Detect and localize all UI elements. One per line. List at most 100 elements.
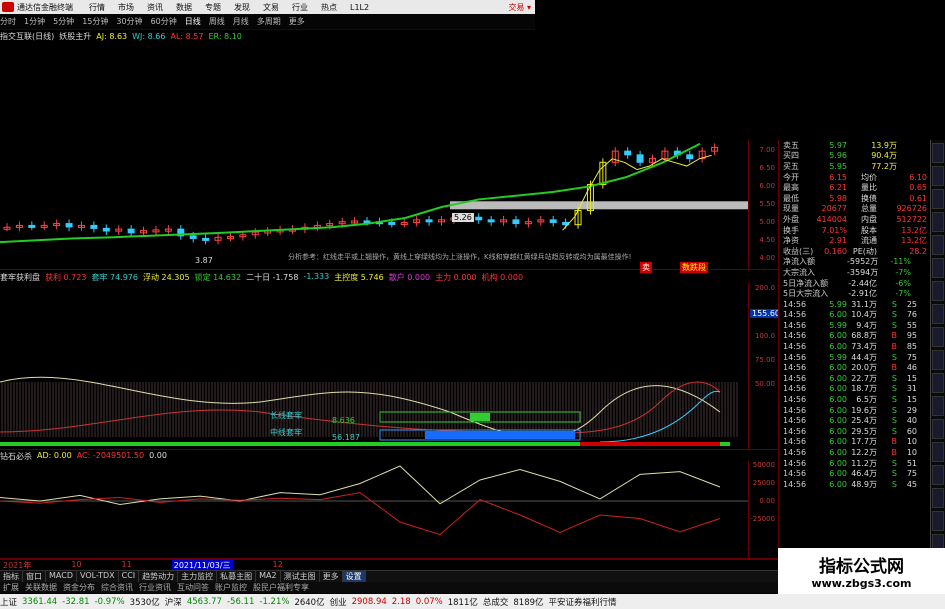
tool-button[interactable] xyxy=(932,166,944,186)
menu-item[interactable]: 市场 xyxy=(118,2,134,13)
tool-button[interactable] xyxy=(932,465,944,485)
ind2-pane[interactable]: 50000 25000 0.00 -25000 xyxy=(0,461,778,559)
watermark: 指标公式网 www.zbgs3.com xyxy=(778,548,945,594)
tab-主力监控[interactable]: 主力监控 xyxy=(178,571,218,582)
tick-side: S xyxy=(891,373,897,383)
tab-MA2[interactable]: MA2 xyxy=(256,571,281,582)
subtab-行业资讯[interactable]: 行业资讯 xyxy=(136,582,174,593)
tool-button[interactable] xyxy=(932,143,944,163)
candle xyxy=(624,150,632,156)
tool-button[interactable] xyxy=(932,442,944,462)
tick-count: 55 xyxy=(906,320,917,330)
tool-button[interactable] xyxy=(932,258,944,278)
tab-更多[interactable]: 更多 xyxy=(320,571,343,582)
tool-button[interactable] xyxy=(932,373,944,393)
tool-button[interactable] xyxy=(932,304,944,324)
flow-label: 5日净流入额 xyxy=(783,278,829,288)
sh-label: 上证 xyxy=(0,597,18,608)
tick-row: 14:56 6.00 68.8万 B 95 xyxy=(779,331,930,342)
period-月线[interactable]: 月线 xyxy=(233,16,249,27)
tab-私募主图[interactable]: 私募主图 xyxy=(217,571,257,582)
trade-menu[interactable]: 交易 ▾ xyxy=(508,2,531,13)
period-15分钟[interactable]: 15分钟 xyxy=(82,16,108,27)
tab-MACD[interactable]: MACD xyxy=(46,571,77,582)
ind2-tick: 25000 xyxy=(752,479,775,487)
tool-button[interactable] xyxy=(932,327,944,347)
period-周线[interactable]: 周线 xyxy=(209,16,225,27)
tool-button[interactable] xyxy=(932,396,944,416)
menu-item[interactable]: L1L2 xyxy=(350,3,369,12)
tick-count: 60 xyxy=(906,426,917,436)
tick-row: 14:56 5.99 44.4万 S 75 xyxy=(779,352,930,363)
candle xyxy=(65,223,73,228)
subtab-扩展[interactable]: 扩展 xyxy=(0,582,22,593)
tick-count: 25 xyxy=(906,299,917,309)
ind1-pane[interactable]: 200.0150.0100.075.0050.00 xyxy=(0,282,778,450)
tab-窗口[interactable]: 窗口 xyxy=(23,571,46,582)
news-link[interactable]: 平安证券福利行情 xyxy=(549,596,617,608)
subtab-账户监控[interactable]: 账户监控 xyxy=(212,582,250,593)
menu-item[interactable]: 专题 xyxy=(205,2,221,13)
tick-volume: 68.8万 xyxy=(851,331,877,341)
tab-指标[interactable]: 指标 xyxy=(0,571,23,582)
ind2-chart[interactable] xyxy=(0,461,748,559)
flow-value: -2.44亿 xyxy=(848,278,877,288)
sz-label: 沪深 xyxy=(164,597,182,608)
tool-button[interactable] xyxy=(932,235,944,255)
tool-button[interactable] xyxy=(932,212,944,232)
period-多周期[interactable]: 多周期 xyxy=(257,16,281,27)
tick-row: 14:56 6.00 22.7万 S 15 xyxy=(779,373,930,384)
menu-item[interactable]: 资讯 xyxy=(147,2,163,13)
tick-count: 31 xyxy=(906,384,917,394)
tool-button[interactable] xyxy=(932,511,944,531)
stat-label: 量比 xyxy=(861,183,877,193)
period-5分钟[interactable]: 5分钟 xyxy=(53,16,74,27)
kline-chart[interactable] xyxy=(0,140,748,270)
period-1分钟[interactable]: 1分钟 xyxy=(24,16,45,27)
tick-side: S xyxy=(891,299,897,309)
main-kline-pane[interactable]: 7.00 6.50 6.00 5.50 5.00 4.50 4.00 xyxy=(0,140,778,270)
tick-time: 14:56 xyxy=(783,458,807,468)
ind1-chart[interactable] xyxy=(0,282,748,450)
order-volume: 90.4万 xyxy=(871,151,897,161)
period-日线[interactable]: 日线 xyxy=(185,16,201,27)
tick-volume: 12.2万 xyxy=(851,448,877,458)
candle xyxy=(202,237,210,241)
tick-price: 6.00 xyxy=(829,479,847,489)
period-30分钟[interactable]: 30分钟 xyxy=(116,16,142,27)
tool-button[interactable] xyxy=(932,488,944,508)
subtab-关联数据[interactable]: 关联数据 xyxy=(22,582,60,593)
menu-item[interactable]: 行情 xyxy=(89,2,105,13)
period-更多[interactable]: 更多 xyxy=(289,16,305,27)
subtab-综合资讯[interactable]: 综合资讯 xyxy=(98,582,136,593)
menu-item[interactable]: 行业 xyxy=(292,2,308,13)
candle xyxy=(549,219,557,223)
menu-item[interactable]: 文易 xyxy=(263,2,279,13)
tick-side: S xyxy=(891,426,897,436)
candle xyxy=(90,224,98,229)
tick-volume: 10.4万 xyxy=(851,310,877,320)
tab-测试主图[interactable]: 测试主图 xyxy=(281,571,320,582)
period-60分钟[interactable]: 60分钟 xyxy=(151,16,177,27)
tab-CCI[interactable]: CCI xyxy=(119,571,140,582)
tab-设置[interactable]: 设置 xyxy=(342,571,366,582)
indicator-tabs: 指标 窗口 MACD VOL-TDX CCI 趋势动力 主力监控 私募主图 MA2 测试主图 更多设… xyxy=(0,570,778,582)
period-分时[interactable]: 分时 xyxy=(0,16,16,27)
stat-label: 总量 xyxy=(861,204,877,214)
subtab-资金分布[interactable]: 资金分布 xyxy=(60,582,98,593)
tick-count: 75 xyxy=(906,469,917,479)
tool-button[interactable] xyxy=(932,350,944,370)
tab-VOL-TDX[interactable]: VOL-TDX xyxy=(77,571,119,582)
menu-item[interactable]: 发现 xyxy=(234,2,250,13)
tool-button[interactable] xyxy=(932,419,944,439)
tick-price: 6.00 xyxy=(829,437,847,447)
tick-side: S xyxy=(891,384,897,394)
menu-item[interactable]: 热点 xyxy=(321,2,337,13)
tool-button[interactable] xyxy=(932,189,944,209)
ind1-tick: 200.0 xyxy=(754,284,775,292)
subtab-互动问答[interactable]: 互动问答 xyxy=(174,582,212,593)
tool-button[interactable] xyxy=(932,281,944,301)
subtab-股民户福利专享[interactable]: 股民户福利专享 xyxy=(250,582,312,593)
menu-item[interactable]: 数据 xyxy=(176,2,192,13)
tab-趋势动力[interactable]: 趋势动力 xyxy=(139,571,179,582)
